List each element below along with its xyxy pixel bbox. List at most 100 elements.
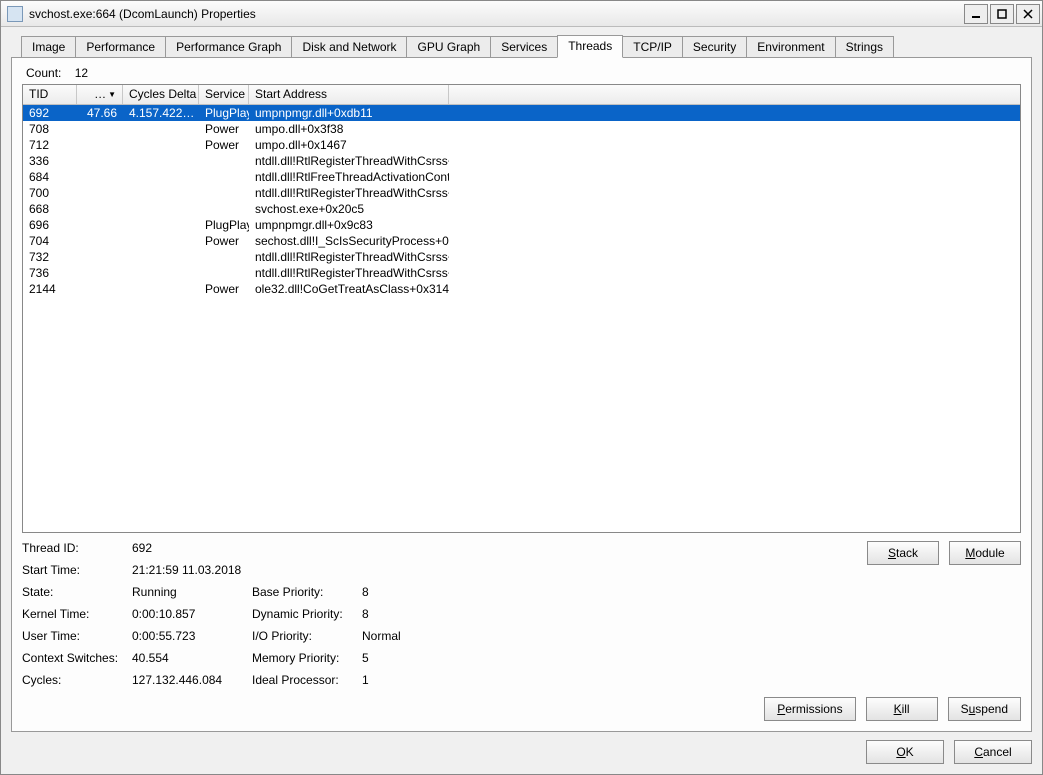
table-row[interactable]: 712Powerumpo.dll+0x1467 (23, 137, 1020, 153)
tab-gpu-graph[interactable]: GPU Graph (406, 36, 491, 58)
table-row[interactable]: 708Powerumpo.dll+0x3f38 (23, 121, 1020, 137)
cell-cpu (77, 153, 123, 169)
cell-start-address: ntdll.dll!RtlRegisterThreadWithCsrss+0x… (249, 265, 449, 281)
cell-tid: 692 (23, 105, 77, 121)
thread-action-row: Permissions Kill Suspend (22, 697, 1021, 721)
dynamic-priority-label: Dynamic Priority: (252, 607, 362, 621)
minimize-button[interactable] (964, 4, 988, 24)
cell-cpu (77, 233, 123, 249)
cell-start-address: ole32.dll!CoGetTreatAsClass+0x3141 (249, 281, 449, 297)
close-button[interactable] (1016, 4, 1040, 24)
cell-cycles (123, 121, 199, 137)
cell-start-address: ntdll.dll!RtlFreeThreadActivationContex… (249, 169, 449, 185)
cell-cpu: 47.66 (77, 105, 123, 121)
user-time-value: 0:00:55.723 (132, 629, 252, 643)
table-row[interactable]: 736ntdll.dll!RtlRegisterThreadWithCsrss+… (23, 265, 1020, 281)
list-body[interactable]: 69247.664.157.422…PlugPlayumpnpmgr.dll+0… (23, 105, 1020, 532)
table-row[interactable]: 2144Powerole32.dll!CoGetTreatAsClass+0x3… (23, 281, 1020, 297)
column-start-address[interactable]: Start Address (249, 85, 449, 104)
context-switches-value: 40.554 (132, 651, 252, 665)
app-icon (7, 6, 23, 22)
cell-cpu (77, 217, 123, 233)
column-cpu[interactable]: …▼ (77, 85, 123, 104)
kill-button[interactable]: Kill (866, 697, 938, 721)
cell-cycles (123, 169, 199, 185)
memory-priority-label: Memory Priority: (252, 651, 362, 665)
maximize-button[interactable] (990, 4, 1014, 24)
tab-services[interactable]: Services (490, 36, 558, 58)
cell-cycles (123, 153, 199, 169)
cancel-button[interactable]: Cancel (954, 740, 1032, 764)
tab-threads[interactable]: Threads (557, 35, 623, 58)
cell-service: Power (199, 281, 249, 297)
table-row[interactable]: 69247.664.157.422…PlugPlayumpnpmgr.dll+0… (23, 105, 1020, 121)
cell-service (199, 185, 249, 201)
kernel-time-label: Kernel Time: (22, 607, 132, 621)
ideal-processor-value: 1 (362, 673, 422, 687)
base-priority-label: Base Priority: (252, 585, 362, 599)
thread-details: Thread ID: 692 Start Time: 21:21:59 11.0… (22, 541, 1021, 691)
column-service[interactable]: Service (199, 85, 249, 104)
table-row[interactable]: 732ntdll.dll!RtlRegisterThreadWithCsrss+… (23, 249, 1020, 265)
kernel-time-value: 0:00:10.857 (132, 607, 252, 621)
table-row[interactable]: 700ntdll.dll!RtlRegisterThreadWithCsrss+… (23, 185, 1020, 201)
titlebar[interactable]: svchost.exe:664 (DcomLaunch) Properties (1, 1, 1042, 27)
tab-disk-and-network[interactable]: Disk and Network (291, 36, 407, 58)
properties-window: svchost.exe:664 (DcomLaunch) Properties … (0, 0, 1043, 775)
cell-cpu (77, 137, 123, 153)
table-row[interactable]: 668svchost.exe+0x20c5 (23, 201, 1020, 217)
tab-strings[interactable]: Strings (835, 36, 894, 58)
count-line: Count: 12 (26, 66, 1021, 80)
thread-id-label: Thread ID: (22, 541, 132, 555)
column-cycles[interactable]: Cycles Delta (123, 85, 199, 104)
context-switches-label: Context Switches: (22, 651, 132, 665)
cell-cpu (77, 249, 123, 265)
thread-list[interactable]: TID …▼ Cycles Delta Service Start Addres… (22, 84, 1021, 533)
cell-service: Power (199, 137, 249, 153)
dynamic-priority-value: 8 (362, 607, 422, 621)
base-priority-value: 8 (362, 585, 422, 599)
cell-tid: 668 (23, 201, 77, 217)
start-time-value: 21:21:59 11.03.2018 (132, 563, 241, 577)
suspend-button[interactable]: Suspend (948, 697, 1021, 721)
table-row[interactable]: 704Powersechost.dll!I_ScIsSecurityProces… (23, 233, 1020, 249)
permissions-button[interactable]: Permissions (764, 697, 855, 721)
table-row[interactable]: 684ntdll.dll!RtlFreeThreadActivationCont… (23, 169, 1020, 185)
cell-service: PlugPlay (199, 105, 249, 121)
state-label: State: (22, 585, 132, 599)
ok-button[interactable]: OK (866, 740, 944, 764)
cell-start-address: ntdll.dll!RtlRegisterThreadWithCsrss+0x… (249, 185, 449, 201)
io-priority-label: I/O Priority: (252, 629, 362, 643)
cell-cycles (123, 217, 199, 233)
cycles-label: Cycles: (22, 673, 132, 687)
tab-tcp-ip[interactable]: TCP/IP (622, 36, 683, 58)
count-value: 12 (75, 66, 88, 80)
client-area: ImagePerformancePerformance GraphDisk an… (1, 27, 1042, 774)
cell-tid: 336 (23, 153, 77, 169)
cell-start-address: ntdll.dll!RtlRegisterThreadWithCsrss+0x… (249, 153, 449, 169)
table-row[interactable]: 336 ntdll.dll!RtlRegisterThreadWithCsrss+… (23, 153, 1020, 169)
tab-environment[interactable]: Environment (746, 36, 835, 58)
column-tid[interactable]: TID (23, 85, 77, 104)
start-time-label: Start Time: (22, 563, 132, 577)
sort-desc-icon: ▼ (108, 90, 116, 99)
stack-button[interactable]: Stack (867, 541, 939, 565)
cell-service (199, 153, 249, 169)
tab-security[interactable]: Security (682, 36, 747, 58)
cell-cpu (77, 121, 123, 137)
cell-start-address: umpo.dll+0x3f38 (249, 121, 449, 137)
tab-image[interactable]: Image (21, 36, 76, 58)
tab-performance-graph[interactable]: Performance Graph (165, 36, 292, 58)
table-row[interactable]: 696PlugPlayumpnpmgr.dll+0x9c83 (23, 217, 1020, 233)
cell-service (199, 201, 249, 217)
cycles-value: 127.132.446.084 (132, 673, 252, 687)
tab-performance[interactable]: Performance (75, 36, 166, 58)
cell-cpu (77, 185, 123, 201)
window-title: svchost.exe:664 (DcomLaunch) Properties (29, 7, 962, 21)
module-button[interactable]: Module (949, 541, 1021, 565)
dialog-footer: OK Cancel (11, 740, 1032, 764)
io-priority-value: Normal (362, 629, 422, 643)
column-filler (449, 85, 1020, 104)
cell-cycles: 4.157.422… (123, 105, 199, 121)
ideal-processor-label: Ideal Processor: (252, 673, 362, 687)
